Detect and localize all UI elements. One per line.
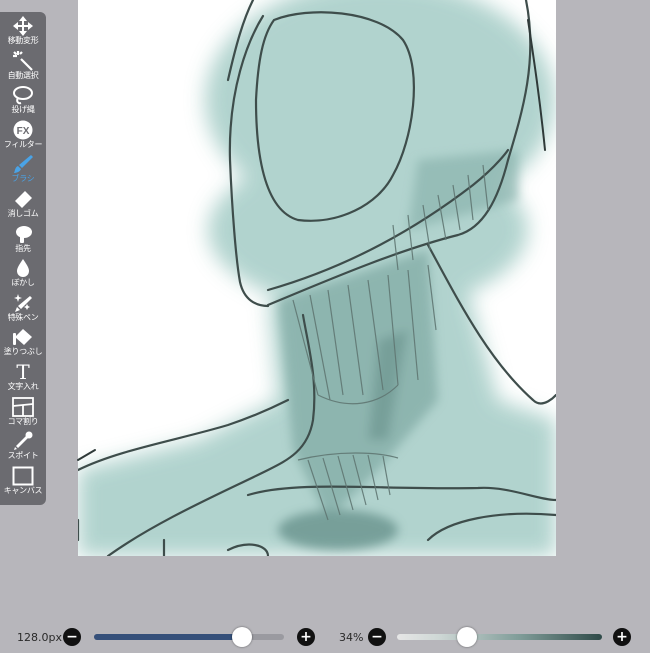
tool-label: 特殊ペン [7,312,39,322]
finger-smudge-icon [12,224,34,244]
tool-label: スポイト [7,451,39,461]
svg-text:FX: FX [17,126,30,137]
tool-label: キャンバス [3,485,43,495]
move-transform-icon [12,16,34,36]
tool-label: 消しゴム [7,208,39,218]
opacity-slider[interactable] [397,627,602,647]
text-icon: T [16,359,30,384]
tool-special-pen[interactable]: 特殊ペン [0,293,46,328]
magic-wand-icon [12,50,34,71]
tool-label: 移動変形 [7,36,39,45]
opacity-increase-button[interactable]: + [613,628,631,646]
lasso-icon [12,85,34,105]
artwork [78,0,556,556]
opacity-value: 34% [339,631,364,644]
tool-label: 文字入れ [7,381,39,391]
special-pen-icon [12,293,34,313]
frame-divide-icon [12,396,34,417]
tool-label: 塗りつぶし [3,347,43,357]
tool-filter[interactable]: FX フィルター [0,120,46,155]
tool-move-transform[interactable]: 移動変形 [0,16,46,51]
tool-label: ぼかし [11,278,35,288]
brush-size-slider-knob[interactable] [232,627,253,647]
drawing-canvas[interactable] [78,0,556,556]
tool-label: 指先 [15,243,31,253]
brush-size-decrease-button[interactable]: − [63,628,81,646]
brush-controls: 128.0px − + 34% − + [0,622,650,652]
tool-label: コマ割り [7,416,39,426]
tool-frame-divide[interactable]: コマ割り [0,396,46,432]
blur-drop-icon [12,258,34,278]
tool-magic-wand[interactable]: 自動選択 [0,50,46,86]
brush-size-increase-button[interactable]: + [297,628,315,646]
tool-text[interactable]: T 文字入れ [0,362,46,397]
tool-finger[interactable]: 指先 [0,224,46,259]
brush-size-slider[interactable] [94,627,284,647]
tool-palette: 移動変形 自動選択 投げ縄 FX フィルター ブラシ 消しゴム 指先 ぼかし 特… [0,12,46,505]
fill-bucket-icon [12,327,34,347]
tool-label: ブラシ [11,174,35,184]
canvas-icon [12,466,34,486]
tool-blur[interactable]: ぼかし [0,258,46,293]
tool-brush[interactable]: ブラシ [0,154,46,189]
fx-icon: FX [12,120,34,140]
tool-label: 投げ縄 [11,105,35,115]
tool-canvas[interactable]: キャンバス [0,466,46,501]
tool-fill[interactable]: 塗りつぶし [0,327,46,362]
eraser-icon [12,189,34,209]
tool-label: 自動選択 [7,70,39,80]
tool-eyedropper[interactable]: スポイト [0,431,46,466]
tool-lasso[interactable]: 投げ縄 [0,85,46,120]
tool-label: フィルター [3,139,43,149]
brush-size-value: 128.0px [17,631,62,644]
opacity-slider-knob[interactable] [456,627,477,647]
brush-icon [12,154,34,174]
tool-eraser[interactable]: 消しゴム [0,189,46,224]
eyedropper-icon [12,431,34,451]
opacity-decrease-button[interactable]: − [368,628,386,646]
brush-size-slider-fill [94,634,243,640]
